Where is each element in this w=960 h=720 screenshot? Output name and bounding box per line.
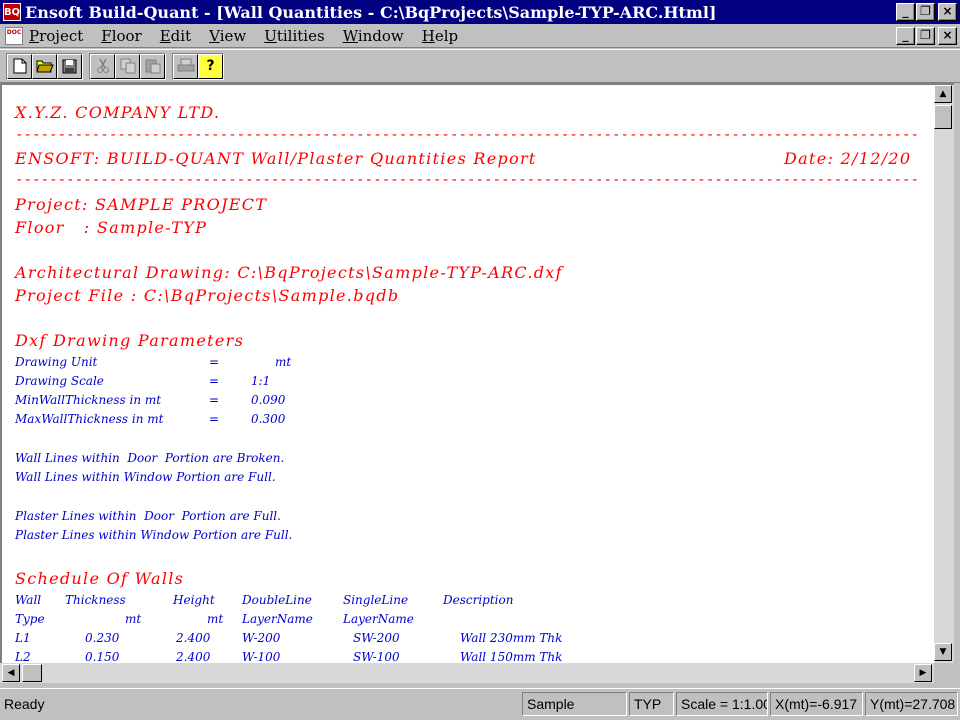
wall-window-note: Wall Lines within Window Portion are Ful… (15, 470, 276, 484)
doc-close-button[interactable]: × (938, 27, 957, 45)
scroll-corner (934, 663, 960, 683)
floor-line: Floor : Sample-TYP (15, 218, 208, 237)
company-name: X.Y.Z. COMPANY LTD. (15, 103, 221, 122)
param-equals: = (209, 374, 220, 388)
param-value: 0.300 (251, 412, 286, 426)
cell-thickness: 0.150 (85, 650, 120, 663)
status-y-coordinate: Y(mt)=27.708 (865, 692, 958, 716)
edit-toolbar-group (89, 52, 166, 80)
param-value: mt (275, 355, 292, 369)
vertical-scroll-thumb[interactable] (934, 105, 952, 129)
menu-utilities[interactable]: Utilities (264, 27, 324, 45)
document-icon[interactable]: DOC (5, 26, 23, 45)
status-ready: Ready (4, 696, 45, 712)
col-header: DoubleLine (242, 593, 312, 607)
title-bar: BQ Ensoft Build-Quant - [Wall Quantities… (0, 0, 960, 24)
menu-edit[interactable]: Edit (160, 27, 191, 45)
minimize-button[interactable]: _ (896, 3, 915, 21)
report-document[interactable]: X.Y.Z. COMPANY LTD. --------------------… (0, 83, 934, 663)
plaster-window-note: Plaster Lines within Window Portion are … (15, 528, 293, 542)
paste-icon[interactable] (140, 53, 165, 79)
status-project: Sample (522, 692, 627, 716)
param-equals: = (209, 355, 220, 369)
restore-button[interactable]: ❐ (916, 3, 935, 21)
param-label: Drawing Scale (15, 374, 104, 388)
col-header: Description (443, 593, 514, 607)
col-header: Wall (15, 593, 42, 607)
vertical-scrollbar[interactable]: ▲ ▼ (934, 83, 954, 663)
col-subheader: mt (207, 612, 224, 626)
param-value: 0.090 (251, 393, 286, 407)
cell-description: Wall 230mm Thk (460, 631, 563, 645)
report-date: Date: 2/12/20 (784, 149, 912, 168)
menu-floor[interactable]: Floor (101, 27, 141, 45)
misc-toolbar-group: ? (172, 52, 224, 80)
cell-singleline-layer: SW-200 (353, 631, 400, 645)
arch-drawing-line: Architectural Drawing: C:\BqProjects\Sam… (15, 263, 563, 282)
cell-height: 2.400 (176, 631, 211, 645)
status-scale: Scale = 1:1.000 (676, 692, 768, 716)
menu-project[interactable]: Project (29, 27, 83, 45)
save-disk-icon[interactable] (57, 53, 82, 79)
col-header: SingleLine (343, 593, 409, 607)
menu-bar: DOC Project Floor Edit View Utilities Wi… (0, 24, 960, 48)
cell-wall-type: L1 (15, 631, 31, 645)
dxf-parameters-heading: Dxf Drawing Parameters (15, 331, 245, 350)
plaster-door-note: Plaster Lines within Door Portion are Fu… (15, 509, 281, 523)
project-line: Project: SAMPLE PROJECT (15, 195, 268, 214)
cell-thickness: 0.230 (85, 631, 120, 645)
menu-view[interactable]: View (209, 27, 246, 45)
cell-description: Wall 150mm Thk (460, 650, 563, 663)
toolbar: ? (0, 49, 960, 83)
file-toolbar-group (6, 52, 83, 80)
col-subheader: mt (125, 612, 142, 626)
horizontal-scroll-thumb[interactable] (22, 664, 42, 682)
window-title: Ensoft Build-Quant - [Wall Quantities - … (25, 2, 717, 22)
separator-line: ----------------------------------------… (15, 127, 920, 143)
cut-scissors-icon[interactable] (90, 53, 115, 79)
status-bar: Ready Sample TYP Scale = 1:1.000 X(mt)=-… (0, 688, 960, 720)
close-button[interactable]: × (938, 3, 957, 21)
cell-height: 2.400 (176, 650, 211, 663)
project-file-line: Project File : C:\BqProjects\Sample.bqdb (15, 286, 400, 305)
status-x-coordinate: X(mt)=-6.917 (770, 692, 863, 716)
help-question-icon[interactable]: ? (198, 53, 223, 79)
menu-help[interactable]: Help (422, 27, 458, 45)
document-window-controls: _ ❐ × (896, 27, 957, 45)
doc-minimize-button[interactable]: _ (896, 27, 915, 45)
app-icon[interactable]: BQ (3, 3, 21, 21)
col-subheader: LayerName (343, 612, 414, 626)
cell-doubleline-layer: W-200 (242, 631, 281, 645)
param-value: 1:1 (251, 374, 271, 388)
col-subheader: LayerName (242, 612, 313, 626)
scroll-left-arrow-icon[interactable]: ◀ (2, 664, 20, 682)
menu-window[interactable]: Window (343, 27, 404, 45)
schedule-heading: Schedule Of Walls (15, 569, 185, 588)
window-controls: _ ❐ × (896, 3, 957, 21)
param-label: MaxWallThickness in mt (15, 412, 164, 426)
param-label: Drawing Unit (15, 355, 98, 369)
cell-wall-type: L2 (15, 650, 31, 663)
col-header: Thickness (65, 593, 126, 607)
doc-restore-button[interactable]: ❐ (916, 27, 935, 45)
report-title: ENSOFT: BUILD-QUANT Wall/Plaster Quantit… (15, 149, 537, 168)
scroll-right-arrow-icon[interactable]: ▶ (914, 664, 932, 682)
col-header: Height (173, 593, 215, 607)
status-floor: TYP (629, 692, 674, 716)
scroll-down-arrow-icon[interactable]: ▼ (934, 643, 952, 661)
open-folder-icon[interactable] (32, 53, 57, 79)
col-subheader: Type (15, 612, 45, 626)
param-equals: = (209, 412, 220, 426)
param-label: MinWallThickness in mt (15, 393, 162, 407)
print-icon[interactable] (173, 53, 198, 79)
scroll-up-arrow-icon[interactable]: ▲ (934, 85, 952, 103)
separator-line: ----------------------------------------… (15, 172, 920, 188)
wall-door-note: Wall Lines within Door Portion are Broke… (15, 451, 285, 465)
cell-doubleline-layer: W-100 (242, 650, 281, 663)
cell-singleline-layer: SW-100 (353, 650, 400, 663)
copy-icon[interactable] (115, 53, 140, 79)
param-equals: = (209, 393, 220, 407)
new-file-icon[interactable] (7, 53, 32, 79)
horizontal-scrollbar[interactable]: ◀ ▶ (0, 663, 934, 683)
